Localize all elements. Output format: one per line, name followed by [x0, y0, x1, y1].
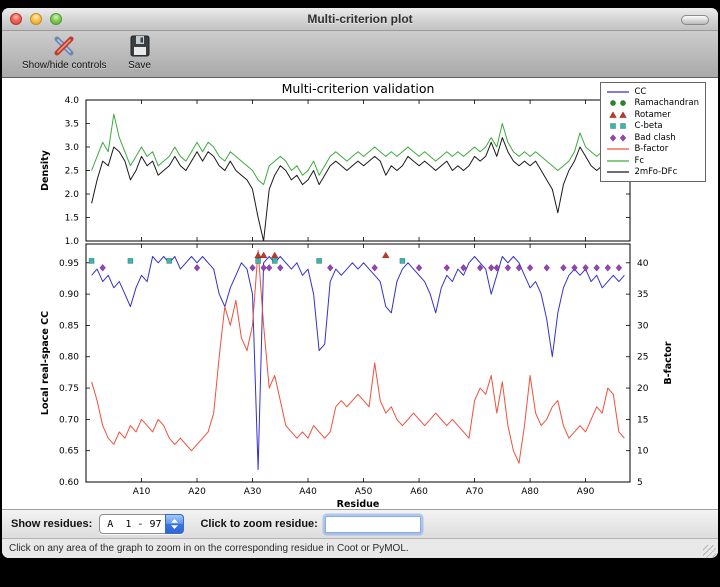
- svg-text:4.0: 4.0: [65, 96, 80, 106]
- toolbar: Show/hide controls Save: [2, 31, 718, 78]
- save-floppy-icon: [127, 33, 153, 59]
- Fc-line: [92, 114, 625, 185]
- svg-text:1.5: 1.5: [65, 214, 79, 224]
- svg-text:A30: A30: [244, 487, 262, 497]
- svg-text:15: 15: [637, 415, 648, 425]
- svg-text:A10: A10: [133, 487, 151, 497]
- show-residues-label: Show residues:: [11, 518, 92, 530]
- legend-entry-c-beta: C-beta: [605, 121, 699, 133]
- window-title: Multi-criterion plot: [2, 8, 718, 30]
- cc-bfactor-subplot: 0.60 0.65 0.70 0.75 0.80 0.85 0.90 0.95 5 10 15 20 2…: [40, 244, 674, 509]
- legend-swatch-square-icon: [605, 121, 631, 131]
- legend-entry-bad-clash: Bad clash: [605, 132, 699, 144]
- svg-text:30: 30: [637, 321, 649, 331]
- svg-text:A40: A40: [299, 487, 317, 497]
- rotamer-markers: [255, 252, 389, 258]
- svg-text:0.95: 0.95: [59, 259, 79, 269]
- plot-legend: CCRamachandranRotamerC-betaBad clashB-fa…: [600, 82, 706, 182]
- legend-swatch-line-icon: [605, 144, 631, 154]
- legend-entry-ramachandran: Ramachandran: [605, 98, 699, 110]
- legend-swatch-circle-icon: [605, 98, 631, 108]
- desktop-background: Multi-criterion plot Show/hide controls: [0, 0, 720, 587]
- status-text: Click on any area of the graph to zoom i…: [9, 543, 409, 554]
- save-label: Save: [128, 60, 151, 71]
- svg-text:A90: A90: [577, 487, 595, 497]
- svg-text:0.60: 0.60: [59, 478, 79, 488]
- svg-text:5: 5: [637, 478, 643, 488]
- chain-range-value: A 1 - 97: [100, 519, 165, 530]
- svg-text:A60: A60: [410, 487, 428, 497]
- svg-text:Local real-space CC: Local real-space CC: [40, 311, 51, 415]
- legend-entry-b-factor: B-factor: [605, 144, 699, 156]
- svg-text:35: 35: [637, 290, 648, 300]
- svg-text:40: 40: [637, 259, 649, 269]
- zoom-residue-input[interactable]: [325, 516, 421, 533]
- plot-area[interactable]: Multi-criterion validation 1.0 1.5 2.0 2.5 3.…: [2, 78, 718, 509]
- legend-entry-rotamer: Rotamer: [605, 109, 699, 121]
- svg-text:0.70: 0.70: [59, 415, 79, 425]
- svg-text:A80: A80: [521, 487, 539, 497]
- svg-text:0.75: 0.75: [59, 384, 79, 394]
- svg-text:1.0: 1.0: [65, 237, 80, 247]
- legend-swatch-line-icon: [605, 156, 631, 166]
- B-factor-line: [92, 250, 625, 463]
- c-beta-markers: [89, 258, 405, 263]
- svg-text:0.85: 0.85: [59, 321, 79, 331]
- svg-text:2.0: 2.0: [65, 190, 80, 200]
- status-bar: Click on any area of the graph to zoom i…: [2, 538, 718, 558]
- controls-bar: Show residues: A 1 - 97 Click to zoom re…: [2, 509, 718, 538]
- legend-swatch-triangle-icon: [605, 110, 631, 120]
- svg-text:B-factor: B-factor: [663, 341, 674, 384]
- zoom-residue-label: Click to zoom residue:: [200, 518, 317, 530]
- resize-grip[interactable]: [703, 545, 716, 558]
- crossed-tools-icon: [51, 33, 77, 59]
- legend-swatch-diamond-icon: [605, 133, 631, 143]
- show-hide-controls-label: Show/hide controls: [22, 60, 107, 71]
- chain-range-select[interactable]: A 1 - 97: [99, 514, 184, 534]
- CC-line: [92, 257, 625, 470]
- svg-text:20: 20: [637, 384, 649, 394]
- save-button[interactable]: Save: [117, 31, 163, 71]
- legend-entry-fc: Fc: [605, 155, 699, 167]
- legend-swatch-line-icon: [605, 87, 631, 97]
- svg-text:10: 10: [637, 447, 649, 457]
- svg-text:0.65: 0.65: [59, 447, 79, 457]
- app-window: Multi-criterion plot Show/hide controls: [2, 8, 718, 558]
- legend-entry-cc: CC: [605, 86, 699, 98]
- legend-entry-2mfo-dfc: 2mFo-DFc: [605, 167, 699, 179]
- show-hide-controls-button[interactable]: Show/hide controls: [12, 31, 117, 71]
- svg-text:Density: Density: [40, 149, 51, 191]
- svg-text:Multi-criterion validation: Multi-criterion validation: [282, 81, 435, 96]
- svg-text:2.5: 2.5: [65, 167, 79, 177]
- svg-text:A20: A20: [188, 487, 206, 497]
- svg-text:25: 25: [637, 353, 648, 363]
- legend-swatch-line-icon: [605, 167, 631, 177]
- svg-text:A50: A50: [355, 487, 373, 497]
- svg-text:Residue: Residue: [337, 499, 380, 509]
- svg-text:3.0: 3.0: [65, 143, 80, 153]
- title-bar[interactable]: Multi-criterion plot: [2, 8, 718, 31]
- stepper-arrows-icon[interactable]: [165, 514, 184, 534]
- svg-text:3.5: 3.5: [65, 120, 79, 130]
- toolbar-toggle-button[interactable]: [681, 15, 709, 25]
- density-subplot: 1.0 1.5 2.0 2.5 3.0 3.5 4.0 Density: [40, 96, 630, 247]
- svg-text:0.80: 0.80: [59, 353, 79, 363]
- svg-text:0.90: 0.90: [59, 290, 79, 300]
- svg-text:A70: A70: [466, 487, 484, 497]
